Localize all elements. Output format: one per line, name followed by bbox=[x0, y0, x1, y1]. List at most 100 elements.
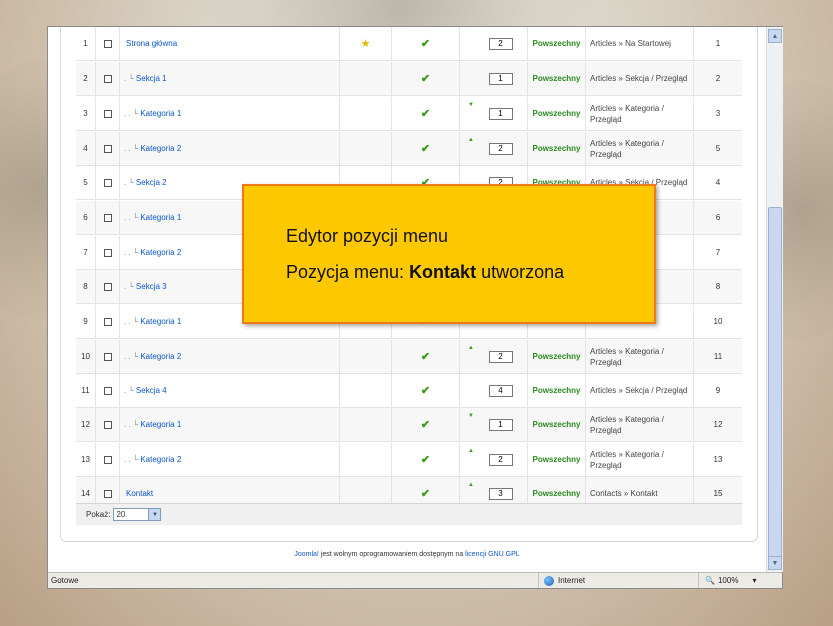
item-name-link[interactable]: Kategoria 1 bbox=[140, 109, 181, 118]
row-checkbox[interactable] bbox=[103, 109, 112, 118]
order-input[interactable]: 1 bbox=[488, 72, 513, 85]
row-number: 5 bbox=[76, 166, 96, 199]
row-checkbox[interactable] bbox=[103, 248, 112, 257]
arrow-up-icon[interactable]: ▲ bbox=[468, 482, 474, 488]
item-name-link[interactable]: Sekcja 1 bbox=[136, 74, 167, 83]
star-icon[interactable]: ★ bbox=[361, 37, 371, 50]
vertical-scrollbar[interactable]: ▲ ▼ bbox=[766, 27, 783, 572]
item-name-link[interactable]: Kategoria 1 bbox=[140, 420, 181, 429]
access-level[interactable]: Powszechny bbox=[528, 408, 586, 441]
checkmark-icon[interactable]: ✔ bbox=[421, 384, 430, 397]
row-number: 9 bbox=[76, 305, 96, 338]
checkmark-icon[interactable]: ✔ bbox=[421, 350, 430, 363]
checkmark-icon[interactable]: ✔ bbox=[421, 72, 430, 85]
access-level[interactable]: Powszechny bbox=[528, 27, 586, 60]
checkmark-icon[interactable]: ✔ bbox=[421, 107, 430, 120]
order-input[interactable]: 2 bbox=[488, 350, 513, 363]
tree-branch-icon: └ bbox=[128, 282, 134, 291]
item-type: Articles » Sekcja / Przegląd bbox=[586, 374, 694, 407]
arrow-down-icon[interactable]: ▼ bbox=[468, 102, 474, 108]
scroll-up-icon[interactable]: ▲ bbox=[768, 29, 782, 43]
published-cell: ✔ bbox=[392, 62, 460, 95]
row-checkbox[interactable] bbox=[103, 74, 112, 83]
order-input[interactable]: 4 bbox=[488, 384, 513, 397]
scroll-down-icon[interactable]: ▼ bbox=[768, 556, 782, 570]
checkmark-icon[interactable]: ✔ bbox=[421, 142, 430, 155]
access-level[interactable]: Powszechny bbox=[528, 97, 586, 130]
checkmark-icon[interactable]: ✔ bbox=[421, 453, 430, 466]
item-name-link[interactable]: Kontakt bbox=[126, 489, 153, 498]
scroll-thumb[interactable] bbox=[768, 207, 782, 557]
item-name-link[interactable]: Sekcja 3 bbox=[136, 282, 167, 291]
item-name-link[interactable]: Kategoria 2 bbox=[140, 455, 181, 464]
arrow-up-icon[interactable]: ▲ bbox=[468, 345, 474, 351]
order-input[interactable]: 2 bbox=[488, 142, 513, 155]
row-checkbox[interactable] bbox=[103, 178, 112, 187]
tree-branch-icon: └ bbox=[128, 386, 134, 395]
checkmark-icon[interactable]: ✔ bbox=[421, 487, 430, 500]
item-id: 10 bbox=[713, 317, 723, 326]
access-level[interactable]: Powszechny bbox=[528, 340, 586, 373]
access-level[interactable]: Powszechny bbox=[528, 443, 586, 476]
item-name-link[interactable]: Strona główna bbox=[126, 39, 177, 48]
tree-indent: . . bbox=[124, 144, 131, 153]
order-input[interactable]: 2 bbox=[488, 37, 513, 50]
access-level[interactable]: Powszechny bbox=[528, 62, 586, 95]
item-name-link[interactable]: Sekcja 2 bbox=[136, 178, 167, 187]
item-name-link[interactable]: Kategoria 2 bbox=[140, 352, 181, 361]
tree-indent: . . bbox=[124, 248, 131, 257]
row-checkbox-cell bbox=[96, 340, 120, 373]
chevron-down-icon[interactable]: ▾ bbox=[752, 576, 756, 585]
row-checkbox[interactable] bbox=[103, 455, 112, 464]
item-name-link[interactable]: Kategoria 1 bbox=[140, 317, 181, 326]
row-checkbox[interactable] bbox=[103, 317, 112, 326]
item-name-link[interactable]: Sekcja 4 bbox=[136, 386, 167, 395]
row-checkbox-cell bbox=[96, 97, 120, 130]
zoom-control[interactable]: 🔍 100% ▾ bbox=[698, 573, 782, 588]
item-name-link[interactable]: Kategoria 2 bbox=[140, 248, 181, 257]
item-name-link[interactable]: Kategoria 1 bbox=[140, 213, 181, 222]
arrow-up-icon[interactable]: ▲ bbox=[468, 137, 474, 143]
item-id: 1 bbox=[715, 39, 721, 48]
order-input[interactable]: 2 bbox=[488, 453, 513, 466]
item-id: 6 bbox=[715, 213, 721, 222]
checkmark-icon[interactable]: ✔ bbox=[421, 418, 430, 431]
row-number: 10 bbox=[76, 340, 96, 373]
row-checkbox[interactable] bbox=[103, 352, 112, 361]
show-count-value: 20 bbox=[116, 510, 126, 519]
order-input[interactable]: 3 bbox=[488, 487, 513, 500]
security-zone: Internet bbox=[538, 573, 698, 588]
tree-indent: . bbox=[124, 282, 127, 291]
row-checkbox[interactable] bbox=[103, 213, 112, 222]
license-text: jest wolnym oprogramowaniem dostępnym na bbox=[318, 551, 466, 558]
tree-branch-icon: └ bbox=[128, 74, 134, 83]
row-number: 3 bbox=[76, 97, 96, 130]
row-checkbox[interactable] bbox=[103, 39, 112, 48]
item-name-cell: . . └ Kategoria 1 bbox=[120, 408, 340, 441]
row-checkbox[interactable] bbox=[103, 420, 112, 429]
arrow-down-icon[interactable]: ▼ bbox=[468, 413, 474, 419]
overlay-title: Edytor pozycji menu bbox=[286, 226, 449, 246]
item-name-link[interactable]: Kategoria 2 bbox=[140, 144, 181, 153]
table-row: 4. . └ Kategoria 2 ✔ ▲ 2 Powszechny Articles »… bbox=[76, 132, 742, 166]
order-input[interactable]: 1 bbox=[488, 107, 513, 120]
default-cell bbox=[340, 374, 392, 407]
joomla-link[interactable]: Joomla! bbox=[294, 551, 319, 558]
checkmark-icon[interactable]: ✔ bbox=[421, 37, 430, 50]
row-checkbox-cell bbox=[96, 443, 120, 476]
tree-branch-icon: └ bbox=[132, 213, 139, 222]
show-count-select[interactable]: 20 ▼ bbox=[113, 508, 162, 521]
gpl-link[interactable]: licencji GNU GPL bbox=[465, 551, 519, 558]
arrow-up-icon[interactable]: ▲ bbox=[468, 448, 474, 454]
row-checkbox[interactable] bbox=[103, 489, 112, 498]
tree-branch-icon: └ bbox=[132, 352, 139, 361]
row-checkbox[interactable] bbox=[103, 386, 112, 395]
order-input[interactable]: 1 bbox=[488, 418, 513, 431]
access-level[interactable]: Powszechny bbox=[528, 132, 586, 165]
row-checkbox[interactable] bbox=[103, 144, 112, 153]
tree-indent: . bbox=[124, 386, 127, 395]
item-name-cell: . . └ Kategoria 1 bbox=[120, 97, 340, 130]
row-checkbox[interactable] bbox=[103, 282, 112, 291]
access-level[interactable]: Powszechny bbox=[528, 374, 586, 407]
chevron-down-icon[interactable]: ▼ bbox=[148, 509, 161, 520]
